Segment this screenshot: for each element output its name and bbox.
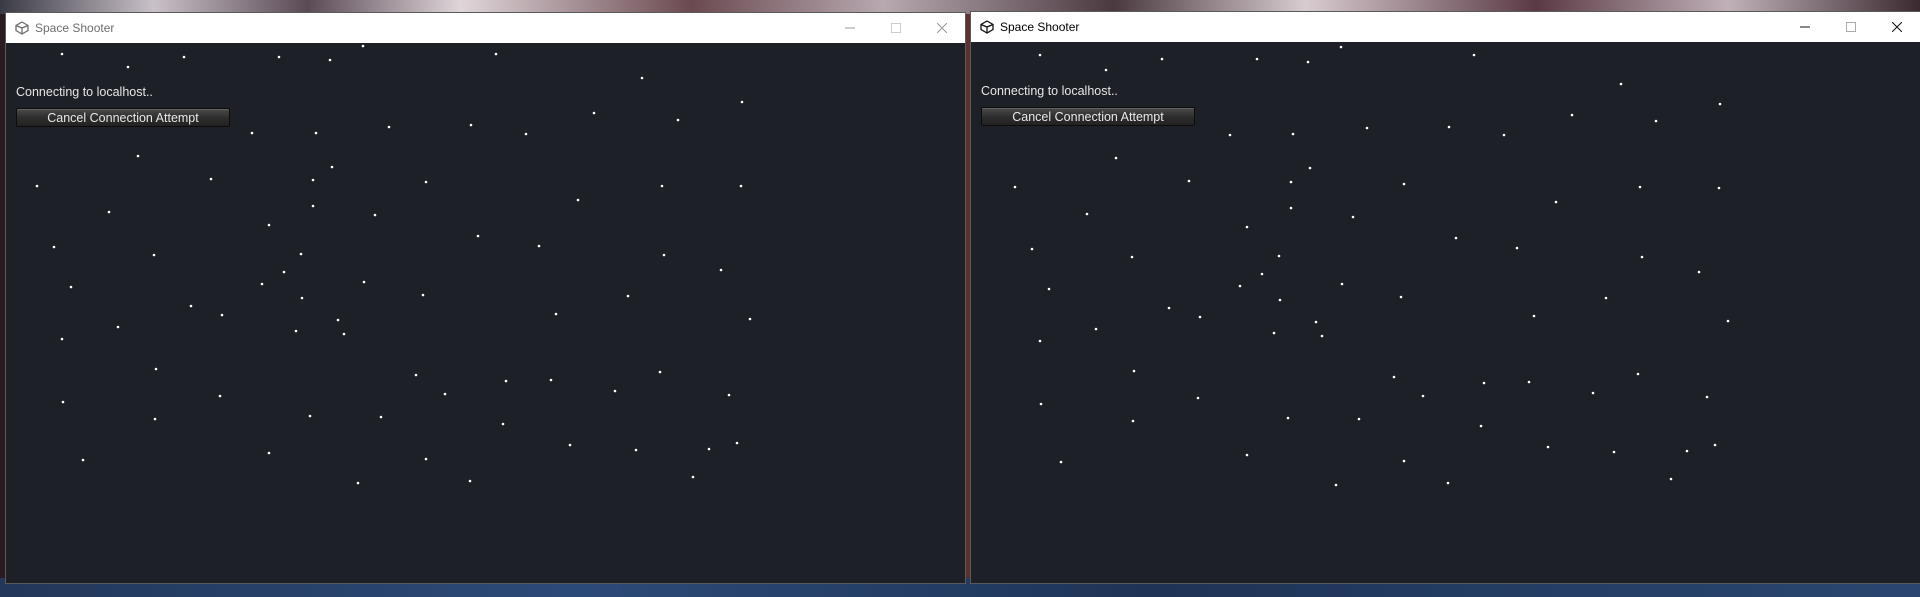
maximize-icon bbox=[1846, 22, 1856, 32]
minimize-button[interactable] bbox=[827, 13, 873, 43]
close-button[interactable] bbox=[919, 13, 965, 43]
title-bar[interactable]: Space Shooter bbox=[6, 13, 965, 43]
connection-status-label: Connecting to localhost.. bbox=[981, 84, 1118, 98]
game-viewport[interactable]: Connecting to localhost.. Cancel Connect… bbox=[971, 42, 1920, 583]
title-bar[interactable]: Space Shooter bbox=[971, 12, 1920, 42]
minimize-icon bbox=[1800, 26, 1810, 28]
window-title: Space Shooter bbox=[1000, 20, 1080, 34]
game-window-left[interactable]: Space Shooter Connecting to localhost.. … bbox=[5, 12, 966, 584]
close-button[interactable] bbox=[1874, 12, 1920, 42]
maximize-button[interactable] bbox=[1828, 12, 1874, 42]
unity-logo-icon bbox=[979, 19, 995, 35]
minimize-button[interactable] bbox=[1782, 12, 1828, 42]
cancel-connection-button[interactable]: Cancel Connection Attempt bbox=[16, 108, 230, 127]
game-window-right[interactable]: Space Shooter Connecting to localhost.. … bbox=[970, 11, 1920, 584]
maximize-button[interactable] bbox=[873, 13, 919, 43]
game-viewport[interactable]: Connecting to localhost.. Cancel Connect… bbox=[6, 43, 965, 583]
close-icon bbox=[937, 23, 947, 33]
window-title: Space Shooter bbox=[35, 21, 115, 35]
unity-logo-icon bbox=[14, 20, 30, 36]
maximize-icon bbox=[891, 23, 901, 33]
connection-status-label: Connecting to localhost.. bbox=[16, 85, 153, 99]
close-icon bbox=[1892, 22, 1902, 32]
cancel-connection-button[interactable]: Cancel Connection Attempt bbox=[981, 107, 1195, 126]
minimize-icon bbox=[845, 27, 855, 29]
